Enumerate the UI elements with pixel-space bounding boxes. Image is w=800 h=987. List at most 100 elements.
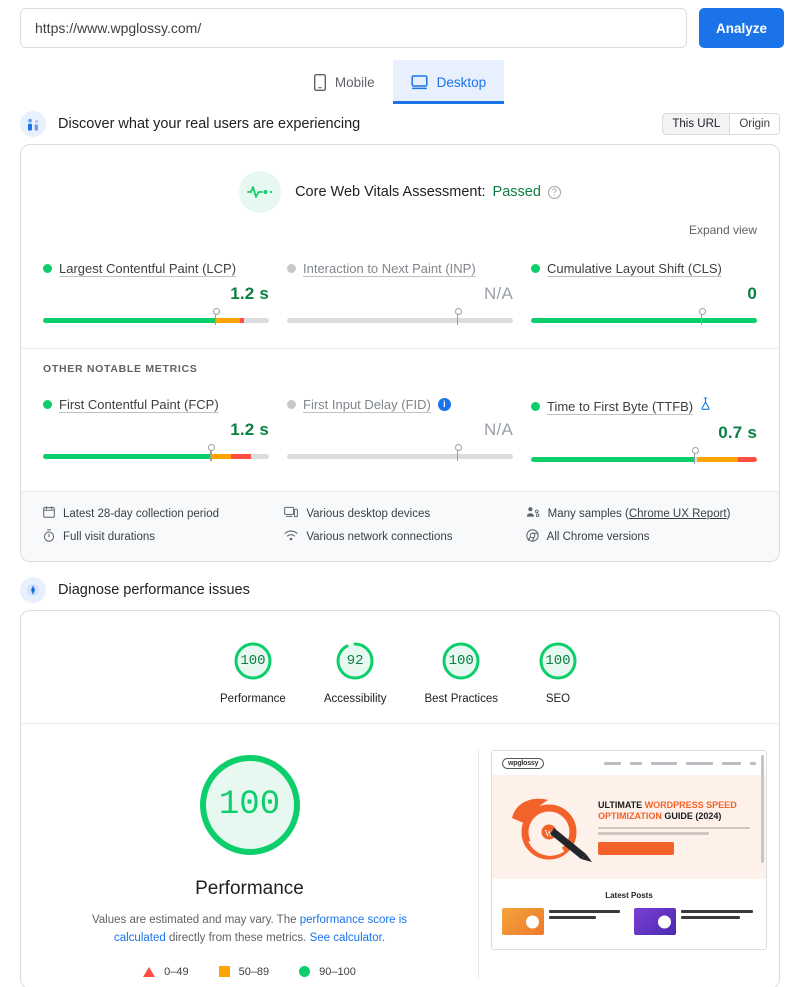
score-best-practices[interactable]: 100 Best Practices xyxy=(424,639,498,705)
device-tabs: Mobile Desktop xyxy=(0,60,800,104)
url-bar-row: https://www.wpglossy.com/ Analyze xyxy=(0,0,800,48)
performance-gauge-panel: 100 Performance Values are estimated and… xyxy=(21,750,479,978)
metric-fcp-label[interactable]: First Contentful Paint (FCP) xyxy=(59,397,219,412)
scope-origin-button[interactable]: Origin xyxy=(729,114,779,134)
hero-line2-plain: GUIDE (2024) xyxy=(664,810,722,821)
meta-text: Full visit durations xyxy=(63,531,156,543)
metric-cls-label[interactable]: Cumulative Layout Shift (CLS) xyxy=(547,261,722,276)
info-icon[interactable]: i xyxy=(437,398,451,411)
gauge-seo-value: 100 xyxy=(545,653,571,669)
meta-text: Many samples ( xyxy=(547,507,629,520)
metric-inp-label[interactable]: Interaction to Next Paint (INP) xyxy=(303,261,476,276)
score-seo[interactable]: 100 SEO xyxy=(536,639,580,705)
expand-view-link[interactable]: Expand view xyxy=(689,223,757,237)
metric-fid-label[interactable]: First Input Delay (FID) xyxy=(303,397,431,412)
post-thumbnail xyxy=(634,908,676,935)
help-circle-icon[interactable]: ? xyxy=(547,185,561,199)
metric-inp-value: N/A xyxy=(484,284,513,303)
stopwatch-icon xyxy=(43,529,55,545)
hero-cta-button[interactable] xyxy=(598,841,674,855)
meta-chrome-versions: All Chrome versions xyxy=(525,529,757,545)
circle-icon xyxy=(299,966,311,978)
hero-line-1: ULTIMATE WORDPRESS SPEED xyxy=(598,800,756,811)
site-logo: wpglossy xyxy=(502,757,545,769)
score-legend: 0–49 50–89 90–100 xyxy=(143,966,356,978)
hero-line-2: OPTIMIZATION GUIDE (2024) xyxy=(598,811,756,822)
other-metrics-grid: First Contentful Paint (FCP) 1.2 s First… xyxy=(21,375,779,473)
post-card[interactable] xyxy=(502,908,624,935)
triangle-icon xyxy=(143,966,156,977)
tab-desktop[interactable]: Desktop xyxy=(392,60,505,104)
cwv-assessment-text: Core Web Vitals Assessment: Passed ? xyxy=(295,184,561,200)
square-icon xyxy=(218,966,230,978)
other-metrics-label: OTHER NOTABLE METRICS xyxy=(21,348,779,375)
mobile-icon xyxy=(313,73,326,91)
hero-line1-accent: WORDPRESS SPEED xyxy=(644,799,737,810)
scope-this-url-button[interactable]: This URL xyxy=(663,114,730,134)
score-accessibility[interactable]: 92 Accessibility xyxy=(324,639,386,705)
screenshot-nav-items xyxy=(604,761,756,765)
status-dot-good xyxy=(43,264,52,273)
post-title xyxy=(681,908,756,922)
diagnose-icon xyxy=(20,577,46,603)
screenshot-scrollbar[interactable] xyxy=(761,755,764,863)
screenshot-hero-text: ULTIMATE WORDPRESS SPEED OPTIMIZATION GU… xyxy=(594,800,756,855)
legend-item-good: 90–100 xyxy=(299,966,356,978)
desktop-icon xyxy=(411,74,428,90)
meta-visit-durations: Full visit durations xyxy=(43,529,274,545)
meta-text: All Chrome versions xyxy=(546,531,650,543)
performance-note: Values are estimated and may vary. The p… xyxy=(85,912,415,948)
metric-fid-head: First Input Delay (FID) i xyxy=(287,397,513,412)
metric-cls-bar xyxy=(531,308,757,328)
metric-ttfb-label[interactable]: Time to First Byte (TTFB) xyxy=(547,399,693,414)
flask-icon[interactable] xyxy=(700,397,711,415)
core-metrics-grid: Largest Contentful Paint (LCP) 1.2 s Int… xyxy=(21,239,779,334)
hero-line1-plain: ULTIMATE xyxy=(598,799,645,810)
gauge-seo: 100 xyxy=(536,639,580,683)
hero-line2-accent: OPTIMIZATION xyxy=(598,810,665,821)
score-performance[interactable]: 100 Performance xyxy=(220,639,286,705)
score-seo-label: SEO xyxy=(545,693,571,705)
metric-lcp-label[interactable]: Largest Contentful Paint (LCP) xyxy=(59,261,236,276)
url-input[interactable]: https://www.wpglossy.com/ xyxy=(20,8,687,48)
legend-item-poor: 0–49 xyxy=(143,966,189,978)
field-section-header: Discover what your real users are experi… xyxy=(0,104,800,144)
meta-text: Various network connections xyxy=(306,531,453,543)
tab-mobile[interactable]: Mobile xyxy=(296,60,393,104)
page-screenshot: wpglossy W ULTIMATE WORDPRESS SPEED OPTI… xyxy=(491,750,767,950)
post-card[interactable] xyxy=(634,908,756,935)
note-prefix: Values are estimated and may vary. The xyxy=(91,914,300,926)
legend-item-average: 50–89 xyxy=(218,966,269,978)
field-section-title: Discover what your real users are experi… xyxy=(58,116,361,132)
meta-network: Various network connections xyxy=(284,529,515,545)
cwv-assessment-label: Core Web Vitals Assessment: xyxy=(295,184,486,200)
screenshot-hero: W ULTIMATE WORDPRESS SPEED OPTIMIZATION … xyxy=(492,775,766,879)
lab-section-title: Diagnose performance issues xyxy=(58,582,250,598)
hero-paragraph xyxy=(598,826,756,835)
fox-mascot-illustration: W xyxy=(502,788,594,866)
see-calculator-link[interactable]: See calculator. xyxy=(310,932,385,944)
meta-suffix: ) xyxy=(726,507,731,520)
samples-icon xyxy=(526,506,540,521)
percentile-marker xyxy=(213,308,219,325)
users-icon xyxy=(20,111,46,137)
note-mid: directly from these metrics. xyxy=(165,931,310,944)
metric-fid: First Input Delay (FID) i N/A xyxy=(287,387,513,467)
metric-fcp-value: 1.2 s xyxy=(230,420,269,439)
metric-ttfb-bar xyxy=(531,447,757,467)
collection-meta: Latest 28-day collection period Various … xyxy=(21,491,779,561)
gauge-best-practices: 100 xyxy=(439,639,483,683)
cwv-assessment-result: Passed xyxy=(492,184,541,200)
score-best-practices-label: Best Practices xyxy=(424,693,498,705)
chrome-ux-report-link[interactable]: Chrome UX Report xyxy=(629,508,727,520)
wifi-icon xyxy=(284,530,298,544)
analyze-button[interactable]: Analyze xyxy=(699,8,784,48)
lab-data-card: 100 Performance 92 Accessibility 100 Bes… xyxy=(20,610,780,987)
status-dot-good xyxy=(531,401,540,411)
status-dot-na xyxy=(287,400,296,409)
gauge-best-practices-value: 100 xyxy=(448,653,474,669)
meta-samples: Many samples (Chrome UX Report) xyxy=(526,506,757,521)
post-thumbnail xyxy=(502,908,544,935)
metric-ttfb-value: 0.7 s xyxy=(718,423,757,442)
metric-fid-bar xyxy=(287,444,513,464)
